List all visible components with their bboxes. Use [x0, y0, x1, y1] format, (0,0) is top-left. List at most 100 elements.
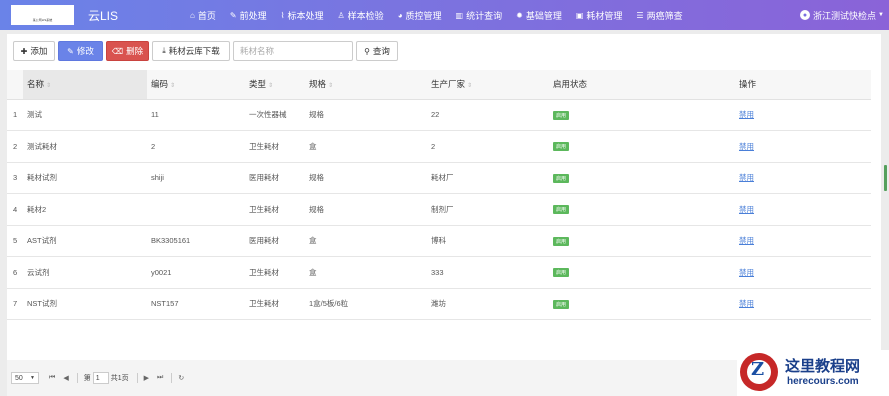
- first-page-icon[interactable]: ⏮: [49, 374, 55, 382]
- scrollbar-thumb[interactable]: [884, 165, 887, 191]
- divider: [76, 373, 78, 383]
- cell-type: 卫生耗材: [245, 288, 305, 320]
- home-icon: ⌂: [190, 10, 195, 20]
- cell-spec: 规格: [305, 162, 427, 194]
- delete-button[interactable]: ⌫ 删除: [106, 41, 149, 61]
- cell-action: 禁用: [735, 99, 871, 131]
- column-header-status: 启用状态: [549, 70, 735, 100]
- disable-link[interactable]: 禁用: [739, 299, 754, 308]
- nav-item-8[interactable]: ☰ 两癌筛查: [636, 9, 682, 22]
- column-header-index: [7, 70, 23, 100]
- last-page-icon[interactable]: ⏭: [157, 374, 163, 382]
- nav-item-label: 两癌筛查: [646, 10, 683, 21]
- prev-page-icon[interactable]: ◀: [63, 374, 68, 382]
- user-name: 浙江测试快检点: [813, 10, 877, 21]
- table-row[interactable]: 2 测试耗材 2 卫生耗材盒 2 启用 禁用: [7, 130, 871, 163]
- cell-type: 医用耗材: [245, 162, 305, 194]
- tag-icon: ⌇: [280, 10, 285, 20]
- nav-item-2[interactable]: ⌇ 标本处理: [281, 9, 324, 22]
- cell-status: 启用: [549, 193, 735, 226]
- table-row[interactable]: 7 NST试剂 NST157 卫生耗材 1盒/5板/6粒 潍坊 启用 禁用: [7, 288, 871, 320]
- divider: [171, 373, 173, 383]
- disable-link[interactable]: 禁用: [739, 268, 754, 277]
- cell-code: y0021: [147, 256, 245, 289]
- disable-link[interactable]: 禁用: [739, 110, 754, 119]
- disable-link[interactable]: 禁用: [739, 173, 754, 182]
- status-badge: 启用: [553, 110, 570, 120]
- table-row[interactable]: 6 云试剂 y0021 卫生耗材盒 333 启用 禁用: [7, 256, 871, 289]
- disable-link[interactable]: 禁用: [739, 236, 754, 245]
- cell-spec: 盒: [305, 130, 427, 163]
- cell-name: AST试剂: [23, 225, 147, 257]
- cell-type: 一次性器械: [245, 99, 305, 131]
- disable-link[interactable]: 禁用: [739, 205, 754, 214]
- cell-spec: 盒: [305, 225, 427, 257]
- cell-maker: 博科: [427, 225, 549, 257]
- cell-action: 禁用: [735, 256, 871, 289]
- top-navbar: 某公司LIS系统 云LIS ⌂ 首页 ✎ 前处理 ⌇ 标本处理 ♙ 样本检验 ◕ 质控管理 ▥ 统计查…: [0, 0, 889, 30]
- column-header-name[interactable]: 名称 ⇕: [23, 70, 147, 100]
- cell-spec: 规格: [305, 193, 427, 226]
- table-row[interactable]: 4 耗材2 卫生耗材 规格 制剂厂 启用 禁用: [7, 193, 871, 226]
- nav-item-label: 基础管理: [525, 10, 562, 21]
- cell-idx: 5: [7, 225, 23, 257]
- nav-item-5[interactable]: ▥ 统计查询: [456, 9, 503, 22]
- cell-name: 测试耗材: [23, 130, 147, 163]
- query-label: 查询: [372, 46, 390, 56]
- list-icon: ☰: [636, 10, 644, 20]
- cell-idx: 3: [7, 162, 23, 194]
- nav-item-6[interactable]: ✹ 基础管理: [516, 9, 562, 22]
- nav-item-4[interactable]: ◕ 质控管理: [398, 9, 442, 22]
- sort-icon: ⇕: [328, 83, 334, 90]
- disable-link[interactable]: 禁用: [739, 142, 754, 151]
- table-row[interactable]: 3 耗材试剂 shiji 医用耗材 规格 耗材厂 启用 禁用: [7, 162, 871, 194]
- edit-button[interactable]: ✎ 修改: [58, 41, 103, 61]
- nav-item-1[interactable]: ✎ 前处理: [230, 9, 267, 22]
- cell-name: 测试: [23, 99, 147, 131]
- query-button[interactable]: ⚲ 查询: [356, 41, 398, 61]
- status-badge: 启用: [553, 173, 570, 183]
- status-badge: 启用: [553, 142, 570, 152]
- cloud-download-button[interactable]: ⤓ 耗材云库下载: [152, 41, 230, 61]
- nav-item-label: 前处理: [239, 10, 267, 21]
- user-icon: ●: [800, 10, 811, 20]
- trash-icon: ⌫: [111, 46, 124, 56]
- column-header-type[interactable]: 类型 ⇕: [245, 70, 305, 100]
- table-row[interactable]: 5 AST试剂 BK3305161 医用耗材盒博科 启用 禁用: [7, 225, 871, 257]
- toolbar: ✚ 添加 ✎ 修改 ⌫ 删除 ⤓ 耗材云库下载 ⚲ 查询: [13, 41, 401, 61]
- user-menu[interactable]: ● 浙江测试快检点 ▼: [800, 0, 884, 30]
- cell-spec: 规格: [305, 99, 427, 131]
- nav-item-7[interactable]: ▣ 耗材管理: [576, 9, 623, 22]
- column-header-spec[interactable]: 规格 ⇕: [305, 70, 427, 100]
- column-header-maker[interactable]: 生产厂家 ⇕: [427, 70, 549, 100]
- watermark-url: herecours.com: [787, 376, 859, 387]
- nav-item-label: 质控管理: [405, 10, 442, 21]
- divider: [136, 373, 138, 383]
- next-page-icon[interactable]: ▶: [144, 374, 149, 382]
- main-nav: ⌂ 首页 ✎ 前处理 ⌇ 标本处理 ♙ 样本检验 ◕ 质控管理 ▥ 统计查询 ✹ 基础管理 ▣ 耗材管理 ☰ 两癌…: [190, 0, 697, 30]
- search-input[interactable]: [233, 41, 353, 61]
- edit-label: 修改: [76, 46, 94, 56]
- nav-item-label: 统计查询: [466, 10, 503, 21]
- sort-icon: ⇕: [46, 83, 52, 90]
- page-size-select[interactable]: 50 ▼: [11, 372, 39, 384]
- nav-item-label: 样本检验: [347, 10, 384, 21]
- column-header-code[interactable]: 编码 ⇕: [147, 70, 245, 100]
- edit-icon: ✎: [67, 46, 74, 56]
- logo: 某公司LIS系统: [11, 5, 74, 25]
- nav-item-3[interactable]: ♙ 样本检验: [338, 9, 384, 22]
- nav-item-label: 标本处理: [287, 10, 324, 21]
- add-button[interactable]: ✚ 添加: [13, 41, 55, 61]
- cell-action: 禁用: [735, 288, 871, 320]
- cell-idx: 1: [7, 99, 23, 131]
- page-size-value: 50: [15, 374, 23, 382]
- cell-status: 启用: [549, 288, 735, 320]
- cell-type: 医用耗材: [245, 225, 305, 257]
- refresh-icon[interactable]: ↻: [178, 374, 184, 382]
- page-number-input[interactable]: 1: [92, 372, 109, 384]
- table-row[interactable]: 1 测试 11 一次性器械 规格 22 启用 禁用: [7, 99, 871, 131]
- nav-item-0[interactable]: ⌂ 首页: [190, 9, 216, 22]
- cell-type: 卫生耗材: [245, 130, 305, 163]
- cell-idx: 6: [7, 256, 23, 289]
- cell-code: 2: [147, 130, 245, 163]
